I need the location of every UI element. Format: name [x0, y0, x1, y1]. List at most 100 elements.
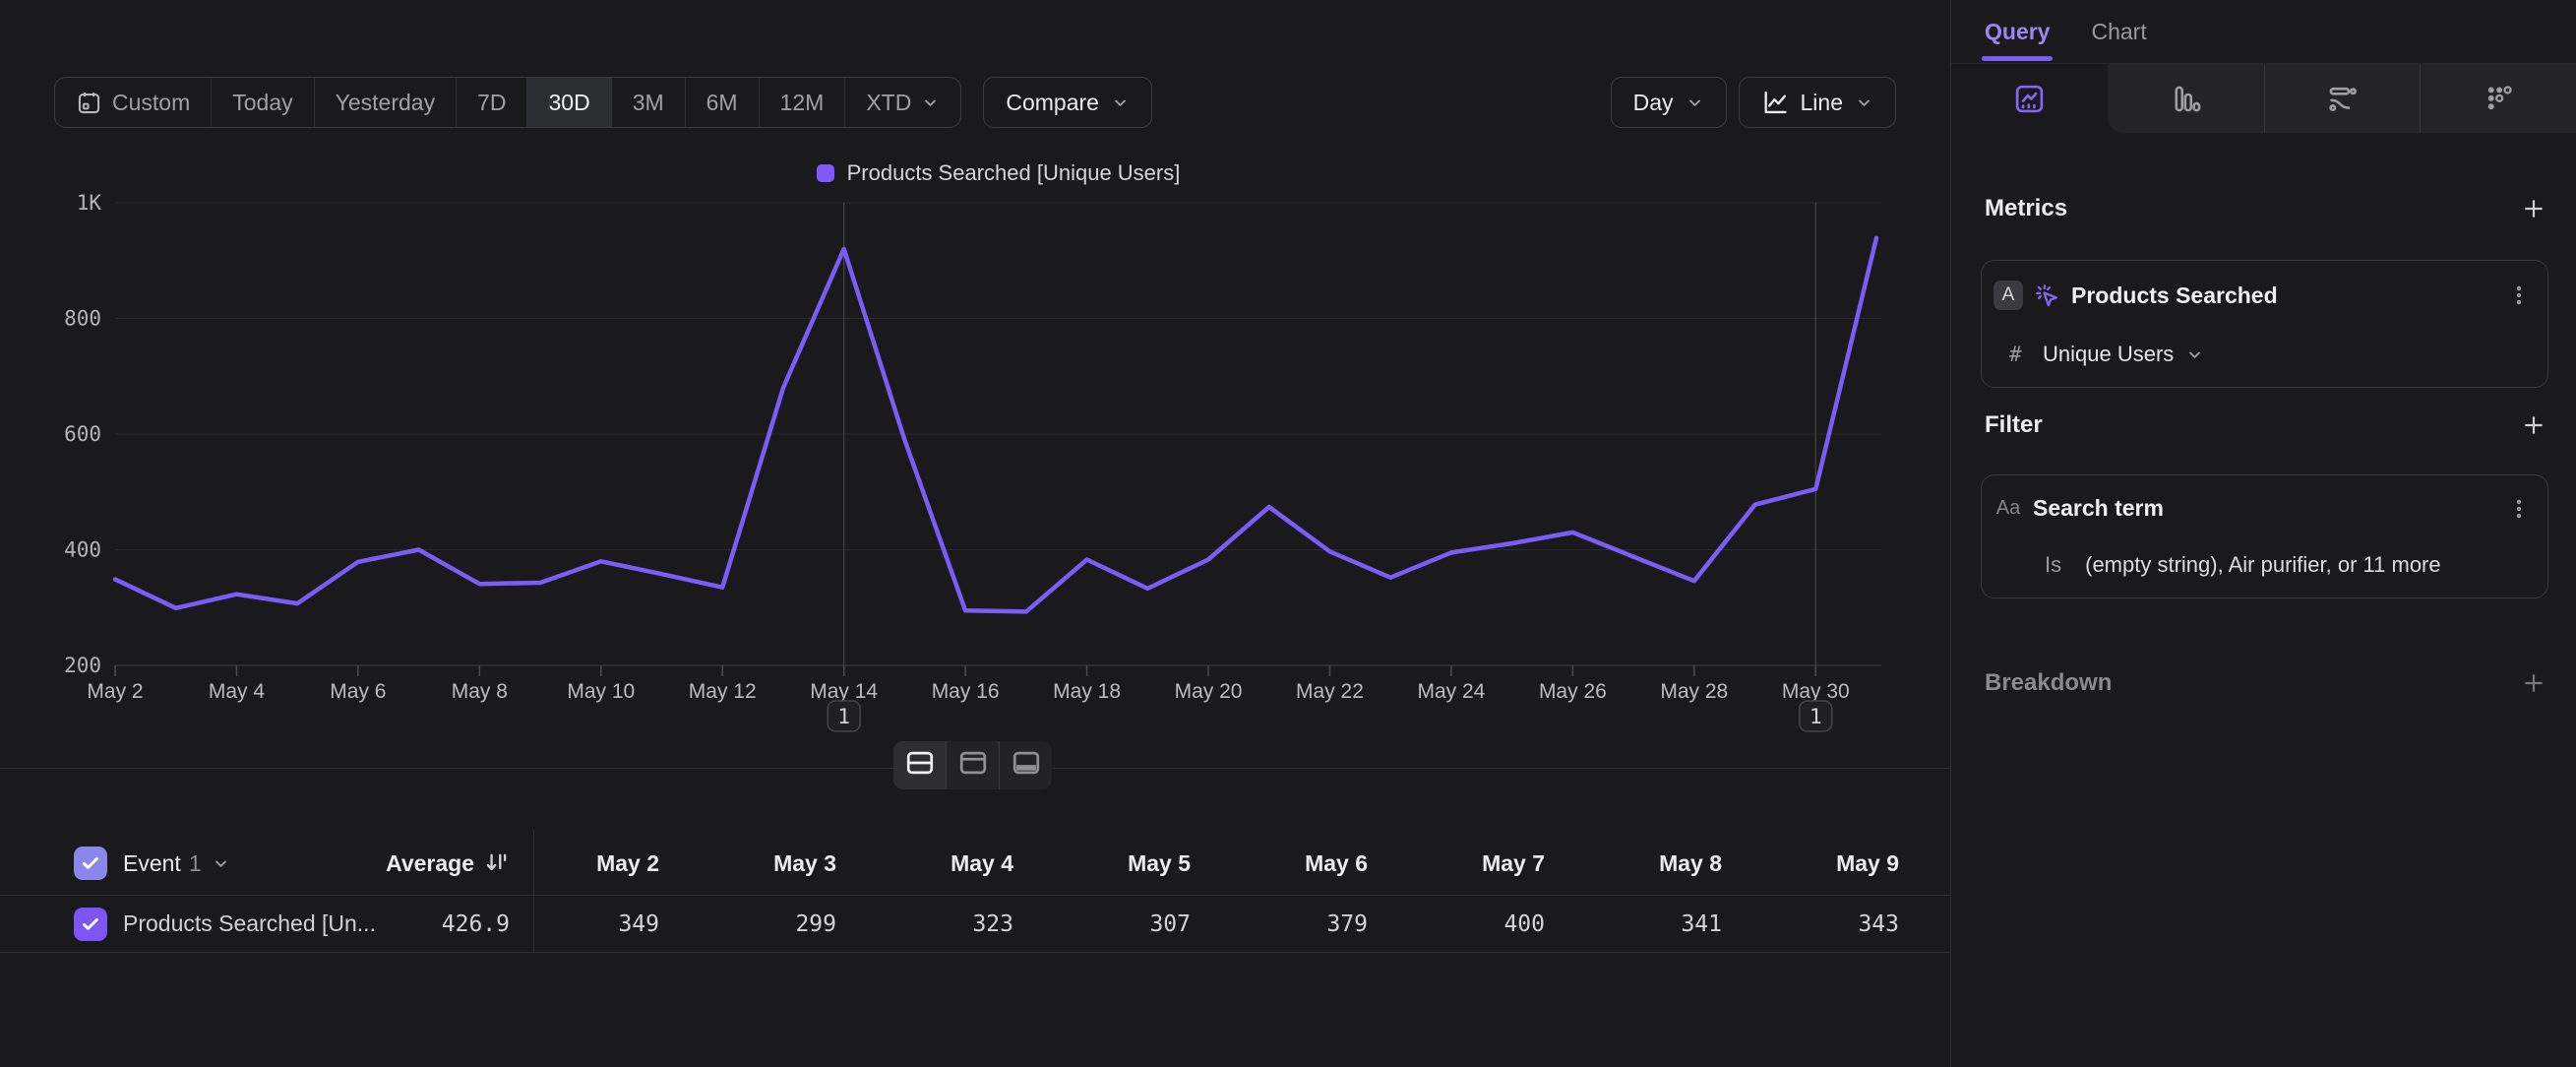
- range-12m-button[interactable]: 12M: [760, 78, 846, 127]
- filter-property-name: Search term: [2033, 495, 2496, 522]
- svg-text:1: 1: [837, 705, 850, 728]
- svg-text:May 22: May 22: [1296, 680, 1364, 703]
- event-header-cell: Event 1: [0, 847, 325, 880]
- metric-card-row: A Products Searched: [1993, 281, 2532, 310]
- metric-menu-button[interactable]: [2506, 282, 2532, 308]
- check-icon: [80, 852, 101, 874]
- flows-icon: [2327, 84, 2358, 114]
- svg-text:May 16: May 16: [932, 680, 1000, 703]
- granularity-dropdown[interactable]: Day: [1611, 77, 1727, 128]
- layout-panel-bottom-button[interactable]: [999, 741, 1052, 789]
- day-value-cell: 341: [1596, 911, 1773, 937]
- chevron-down-icon: [1111, 94, 1130, 112]
- range-custom-button[interactable]: Custom: [55, 78, 212, 127]
- svg-text:May 6: May 6: [330, 680, 386, 703]
- svg-text:200: 200: [64, 654, 101, 677]
- breakdown-section-header: Breakdown: [1985, 669, 2546, 697]
- chart-type-dropdown[interactable]: Line: [1739, 77, 1896, 128]
- legend-label: Products Searched [Unique Users]: [847, 160, 1181, 186]
- day-value-cell: 400: [1419, 911, 1596, 937]
- svg-text:600: 600: [64, 422, 101, 446]
- compare-button[interactable]: Compare: [983, 77, 1152, 128]
- event-dropdown[interactable]: Event 1: [123, 850, 230, 877]
- chevron-down-icon: [212, 854, 230, 873]
- report-tab-retention[interactable]: [2420, 64, 2576, 133]
- range-7d-button[interactable]: 7D: [457, 78, 527, 127]
- filter-condition-row: Is (empty string), Air purifier, or 11 m…: [1993, 552, 2532, 578]
- average-header-cell[interactable]: Average: [325, 850, 533, 877]
- chart-type-label: Line: [1801, 90, 1843, 116]
- add-metric-button[interactable]: [2521, 196, 2546, 221]
- legend-swatch: [817, 164, 834, 182]
- range-xtd-button[interactable]: XTD: [845, 78, 960, 127]
- aggregation-dropdown[interactable]: Unique Users: [2043, 342, 2204, 367]
- svg-text:May 10: May 10: [567, 680, 635, 703]
- day-column-header: May 9: [1773, 850, 1950, 877]
- chevron-down-icon: [2185, 345, 2204, 364]
- series-checkbox[interactable]: [74, 908, 107, 941]
- svg-text:May 8: May 8: [452, 680, 508, 703]
- metric-letter-badge: A: [1993, 281, 2023, 310]
- analytics-app: CustomTodayYesterday7D30D3M6M12MXTD Comp…: [0, 0, 2576, 1067]
- range-3m-button[interactable]: 3M: [612, 78, 686, 127]
- svg-text:May 26: May 26: [1539, 680, 1607, 703]
- add-breakdown-button[interactable]: [2521, 670, 2546, 696]
- range-today-button[interactable]: Today: [212, 78, 314, 127]
- svg-text:May 30: May 30: [1782, 680, 1850, 703]
- granularity-label: Day: [1633, 90, 1674, 116]
- chart-svg: 1K800600400200May 2May 4May 6May 8May 10…: [0, 187, 1950, 758]
- tab-query[interactable]: Query: [1985, 0, 2050, 63]
- panel-top-icon: [958, 750, 988, 781]
- svg-text:400: 400: [64, 538, 101, 562]
- legend-item[interactable]: Products Searched [Unique Users]: [817, 160, 1181, 186]
- filter-card-row: Aa Search term: [1993, 495, 2532, 522]
- average-value-cell: 426.9: [325, 911, 533, 937]
- metric-card[interactable]: A Products Searched # Unique Users: [1981, 260, 2548, 388]
- filter-card[interactable]: Aa Search term Is (empty string), Air pu…: [1981, 474, 2548, 598]
- annotation-badge[interactable]: 1: [1800, 701, 1832, 731]
- day-value-cell: 299: [710, 911, 888, 937]
- day-column-header: May 8: [1596, 850, 1773, 877]
- report-type-strip: [1951, 63, 2576, 133]
- filter-operator[interactable]: Is: [2045, 552, 2061, 578]
- svg-text:May 28: May 28: [1660, 680, 1728, 703]
- range-yesterday-button[interactable]: Yesterday: [315, 78, 457, 127]
- panel-bottom-icon: [1012, 750, 1041, 781]
- calendar-icon: [76, 90, 102, 116]
- day-column-header: May 7: [1419, 850, 1596, 877]
- range-30d-button[interactable]: 30D: [527, 78, 611, 127]
- report-tab-flows[interactable]: [2264, 64, 2421, 133]
- annotation-badge[interactable]: 1: [828, 701, 860, 731]
- chart-controls: Day Line: [1611, 77, 1896, 128]
- report-tab-insights[interactable]: [1951, 64, 2108, 133]
- x-axis-labels: May 2May 4May 6May 8May 10May 12May 14Ma…: [87, 665, 1849, 703]
- filter-heading: Filter: [1985, 411, 2043, 439]
- split-horizontal-icon: [905, 750, 935, 781]
- trend-chart: 1K800600400200May 2May 4May 6May 8May 10…: [0, 187, 1950, 758]
- day-value-cell: 349: [533, 911, 710, 937]
- annotation-badges: 11: [828, 701, 1832, 731]
- metrics-section-header: Metrics: [1985, 195, 2546, 222]
- chevron-down-icon: [1686, 94, 1704, 112]
- layout-split-horizontal-button[interactable]: [893, 741, 946, 789]
- report-tab-funnels[interactable]: [2108, 64, 2264, 133]
- select-all-checkbox[interactable]: [74, 847, 107, 880]
- metric-name: Products Searched: [2071, 282, 2496, 309]
- layout-panel-top-button[interactable]: [946, 741, 999, 789]
- add-filter-button[interactable]: [2521, 412, 2546, 438]
- gridlines: [115, 203, 1881, 665]
- table-row: Products Searched [Un... 426.9 349299323…: [0, 896, 1950, 953]
- tab-chart[interactable]: Chart: [2091, 0, 2146, 63]
- compare-label: Compare: [1006, 90, 1099, 116]
- day-column-header: May 2: [533, 850, 710, 877]
- filter-menu-button[interactable]: [2506, 496, 2532, 522]
- day-column-header: May 5: [1065, 850, 1242, 877]
- filter-value[interactable]: (empty string), Air purifier, or 11 more: [2085, 552, 2441, 578]
- svg-text:May 18: May 18: [1053, 680, 1121, 703]
- svg-text:May 2: May 2: [87, 680, 143, 703]
- svg-text:May 12: May 12: [689, 680, 757, 703]
- day-column-header: May 6: [1242, 850, 1419, 877]
- range-6m-button[interactable]: 6M: [686, 78, 760, 127]
- chevron-down-icon: [1855, 94, 1873, 112]
- metrics-heading: Metrics: [1985, 195, 2067, 222]
